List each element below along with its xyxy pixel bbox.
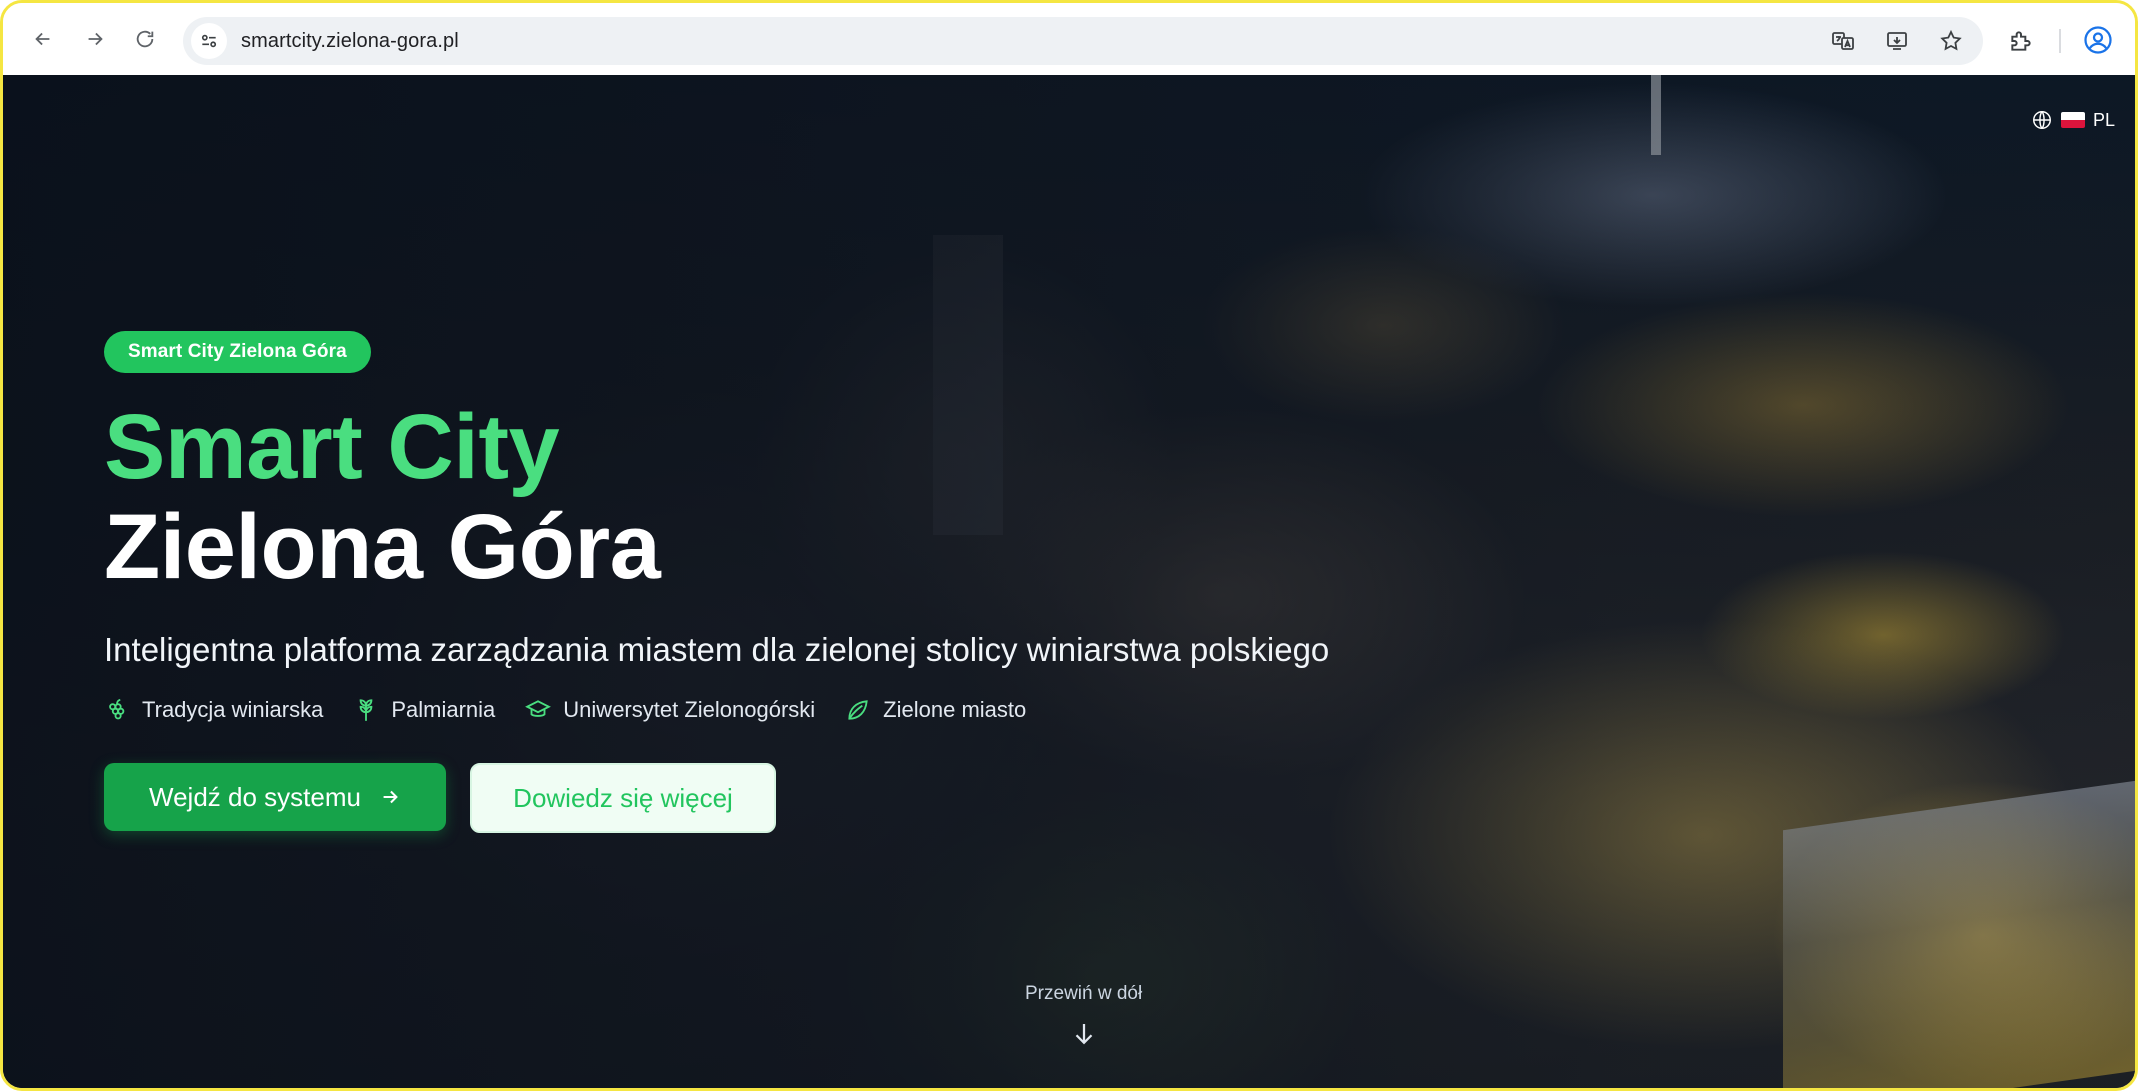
- translate-icon: [1832, 32, 1854, 50]
- hero-subtitle: Inteligentna platforma zarządzania miast…: [104, 631, 1330, 668]
- feature-label: Zielone miasto: [883, 697, 1027, 722]
- bookmark-button[interactable]: [1933, 23, 1969, 59]
- enter-system-label: Wejdź do systemu: [149, 781, 361, 812]
- star-icon: [1940, 29, 1962, 51]
- hero-section: Smart City Zielona Góra Smart City Zielo…: [104, 331, 1329, 833]
- leaf-icon: [848, 700, 868, 720]
- learn-more-button[interactable]: Dowiedz się więcej: [470, 763, 776, 833]
- extensions-button[interactable]: [2003, 23, 2039, 59]
- graduation-cap-icon: [525, 700, 552, 717]
- puzzle-icon: [2011, 31, 2031, 51]
- arrow-left-icon: [35, 32, 50, 46]
- browser-toolbar: smartcity.zielona-gora.pl: [3, 3, 2135, 75]
- grapes-icon: [109, 698, 125, 720]
- feature-label: Uniwersytet Zielonogórski: [563, 697, 816, 722]
- feature-label: Tradycja winiarska: [142, 697, 324, 722]
- feature-item-university: Uniwersytet Zielonogórski: [525, 697, 815, 723]
- arrow-right-icon: [88, 32, 103, 46]
- feature-label: Palmiarnia: [391, 697, 496, 722]
- install-app-button[interactable]: [1879, 23, 1915, 59]
- feature-item-green-city: Zielone miasto: [845, 697, 1026, 723]
- scroll-down-hint[interactable]: Przewiń w dół: [1025, 983, 1142, 1049]
- hero-title-line2: Zielona Góra: [104, 496, 661, 598]
- url-text[interactable]: smartcity.zielona-gora.pl: [241, 30, 459, 53]
- plant-icon: [360, 699, 373, 721]
- browser-window: smartcity.zielona-gora.pl PL Smart City …: [0, 0, 2138, 1091]
- cta-buttons: Wejdź do systemu Dowiedz się więcej: [104, 763, 1329, 833]
- hero-title-line1: Smart City: [104, 396, 560, 498]
- install-app-icon: [1887, 32, 1907, 50]
- scroll-hint-label: Przewiń w dół: [1025, 983, 1143, 1004]
- language-code: PL: [2093, 109, 2116, 130]
- tune-icon: [201, 34, 217, 48]
- back-button[interactable]: [27, 23, 59, 55]
- translate-button[interactable]: [1825, 23, 1861, 59]
- enter-system-button[interactable]: Wejdź do systemu: [104, 763, 446, 831]
- poland-flag-icon: [2061, 112, 2085, 128]
- feature-item-wine: Tradycja winiarska: [104, 697, 323, 723]
- arrow-down-icon: [1075, 1024, 1092, 1045]
- site-info-button[interactable]: [191, 23, 227, 59]
- feature-list: Tradycja winiarska Palmiarnia Uniwersyte…: [104, 697, 1329, 723]
- reload-button[interactable]: [129, 23, 161, 55]
- hero-badge: Smart City Zielona Góra: [104, 331, 371, 373]
- forward-button[interactable]: [79, 23, 111, 55]
- toolbar-divider: [2059, 29, 2061, 53]
- learn-more-label: Dowiedz się więcej: [513, 782, 733, 813]
- reload-icon: [136, 30, 154, 48]
- globe-icon: [2033, 111, 2051, 129]
- language-switcher[interactable]: PL: [2031, 109, 2115, 131]
- profile-button[interactable]: [2079, 21, 2117, 59]
- feature-item-palm-house: Palmiarnia: [353, 697, 495, 723]
- page-viewport: PL Smart City Zielona Góra Smart City Zi…: [3, 75, 2135, 1088]
- address-bar[interactable]: smartcity.zielona-gora.pl: [183, 17, 1983, 65]
- account-circle-icon: [2084, 26, 2112, 54]
- arrow-right-icon: [383, 790, 398, 804]
